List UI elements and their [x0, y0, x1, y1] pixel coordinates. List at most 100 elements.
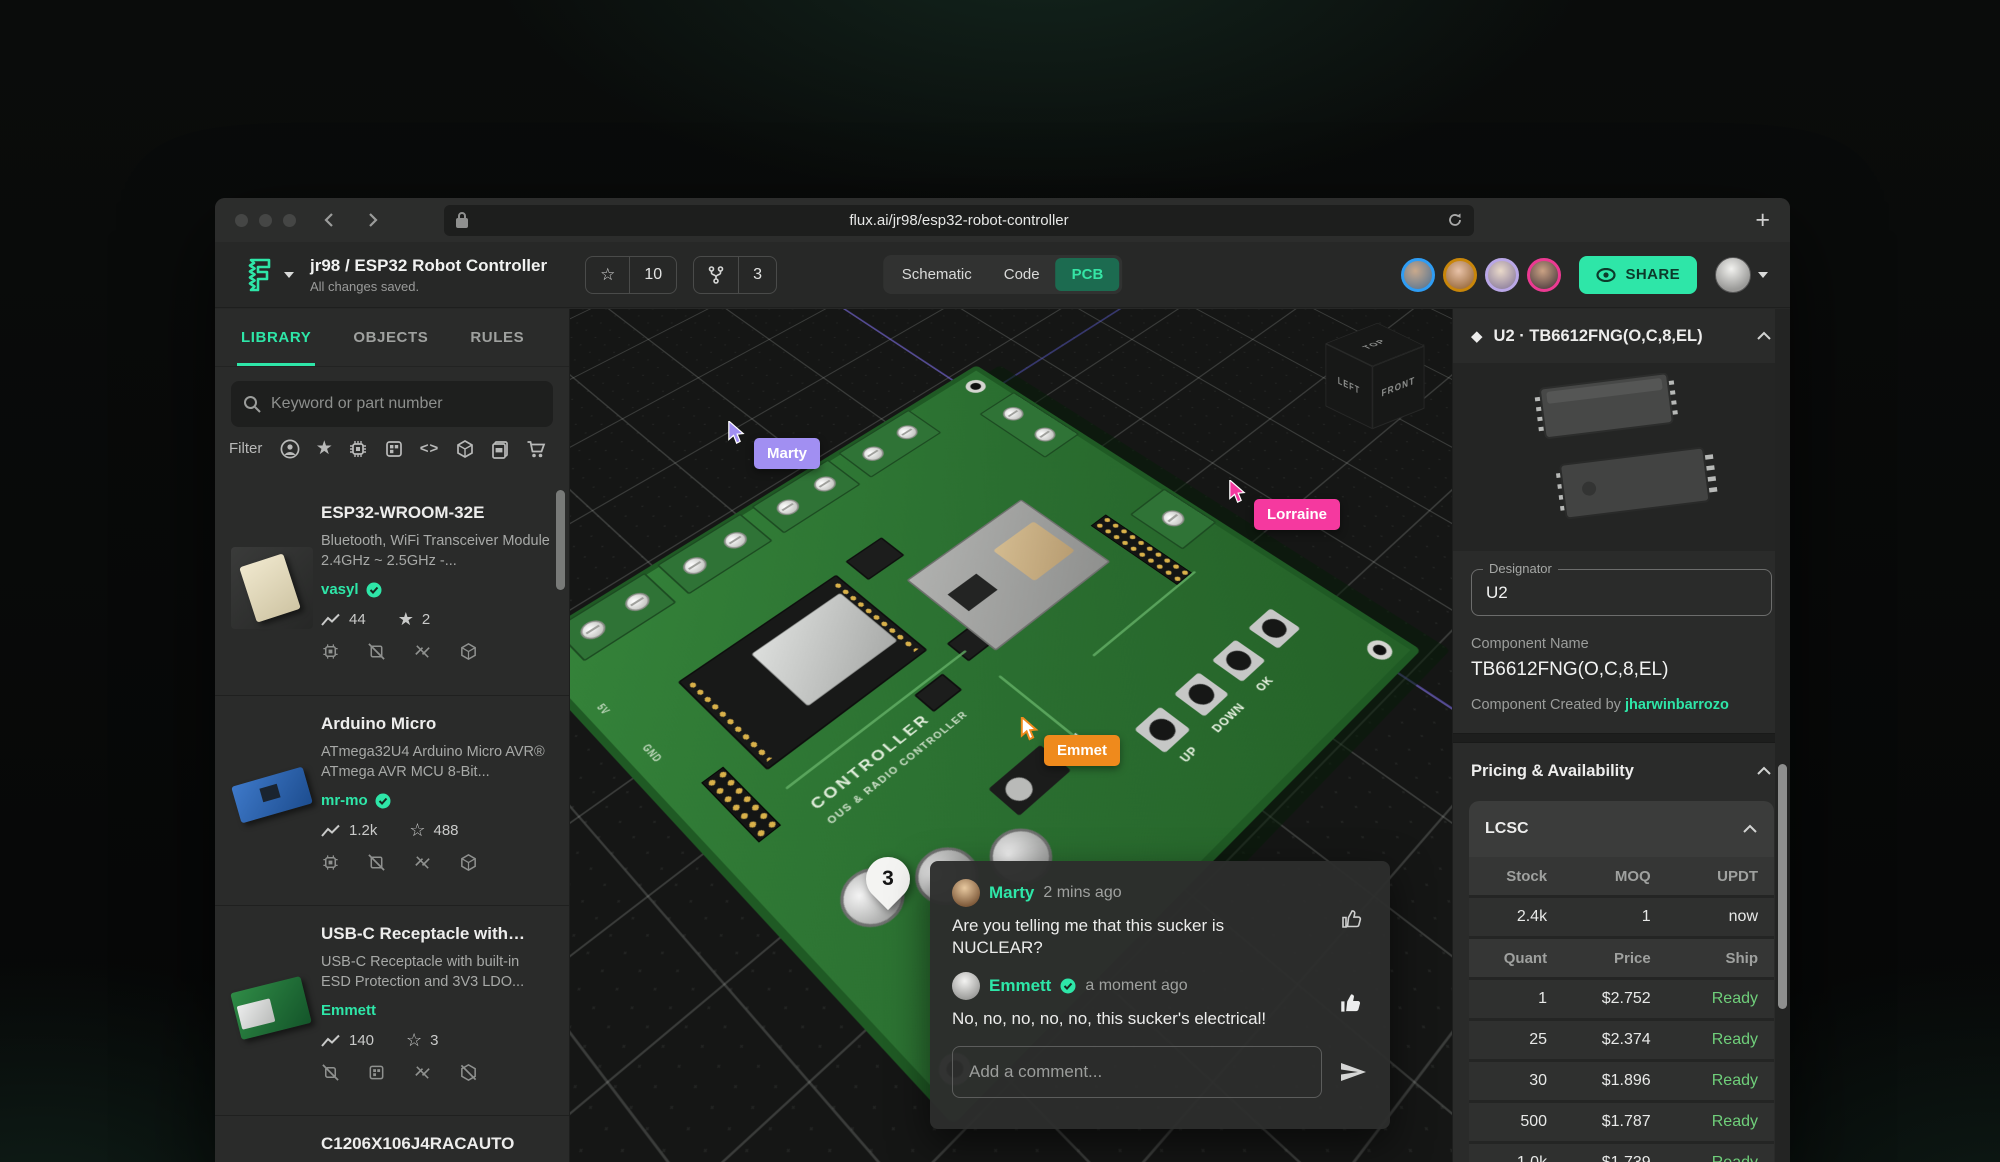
collapse-chevron-icon[interactable]	[1756, 766, 1772, 776]
forward-button[interactable]	[364, 212, 380, 228]
filter-code-icon[interactable]: <>	[420, 440, 440, 457]
component-section-header[interactable]: ◆ U2 · TB6612FNG(O,C,8,EL)	[1453, 309, 1790, 363]
save-status: All changes saved.	[310, 279, 547, 294]
star-icon[interactable]: ☆	[586, 257, 629, 293]
user-avatar[interactable]	[1715, 257, 1751, 293]
comment-author[interactable]: Marty	[989, 883, 1034, 903]
collaborator-avatar[interactable]	[1443, 258, 1477, 292]
collaborator-avatar[interactable]	[1527, 258, 1561, 292]
verified-icon	[1060, 978, 1076, 994]
component-author-link[interactable]: mr-mo	[321, 792, 368, 809]
url-bar[interactable]: flux.ai/jr98/esp32-robot-controller	[444, 205, 1474, 236]
component-name: Arduino Micro	[321, 714, 553, 734]
tab-code[interactable]: Code	[988, 258, 1056, 291]
sidebar-tab-rules[interactable]: RULES	[470, 309, 524, 366]
reload-button[interactable]	[1447, 212, 1463, 228]
window-scrollbar-thumb[interactable]	[1778, 764, 1787, 1009]
designator-input[interactable]	[1486, 583, 1757, 603]
wires-unavailable-icon	[413, 1063, 432, 1082]
filter-star-icon[interactable]: ★	[316, 437, 333, 460]
app-header: jr98 / ESP32 Robot Controller All change…	[215, 242, 1790, 308]
view-cube[interactable]: TOP LEFT FRONT	[1340, 331, 1410, 401]
comment-thread-panel: Marty 2 mins ago Are you telling me that…	[930, 861, 1390, 1129]
sidebar-tab-library[interactable]: LIBRARY	[241, 309, 311, 366]
fork-pill[interactable]: 3	[693, 256, 777, 294]
library-item[interactable]: USB-C Receptacle with… USB-C Receptacle …	[215, 905, 569, 1115]
model3d-unavailable-icon	[459, 1063, 478, 1082]
cursor-label-marty: Marty	[754, 438, 820, 469]
component-name-value: TB6612FNG(O,C,8,EL)	[1471, 659, 1772, 681]
wires-unavailable-icon	[413, 642, 432, 661]
wires-unavailable-icon	[413, 853, 432, 872]
window-minimize-button[interactable]	[259, 214, 272, 227]
component-description: Bluetooth, WiFi Transceiver Module 2.4GH…	[321, 532, 551, 571]
verified-icon	[375, 793, 391, 809]
pricing-section-header[interactable]: Pricing & Availability	[1453, 743, 1790, 799]
flux-logo-icon	[239, 255, 277, 295]
component-author-link[interactable]: Emmett	[321, 1002, 376, 1019]
price-row: 500$1.787Ready	[1469, 1103, 1774, 1144]
comment-text: Are you telling me that this sucker is N…	[952, 915, 1312, 960]
user-menu-caret-icon[interactable]	[1758, 272, 1768, 278]
star-count: 488	[434, 822, 459, 839]
copper-trace	[1092, 570, 1196, 656]
url-text: flux.ai/jr98/esp32-robot-controller	[849, 212, 1068, 229]
library-item[interactable]: C1206X106J4RACAUTO ±5% 10µF 16V Ceramic	[215, 1115, 569, 1162]
window-controls[interactable]	[235, 214, 296, 227]
price-row: 25$2.374Ready	[1469, 1021, 1774, 1062]
vendor-header[interactable]: LCSC	[1469, 801, 1774, 857]
price-row: 1$2.752Ready	[1469, 980, 1774, 1021]
library-item[interactable]: Arduino Micro ATmega32U4 Arduino Micro A…	[215, 695, 569, 905]
filter-datasheet-icon[interactable]	[490, 439, 510, 459]
mounting-hole	[962, 377, 990, 395]
fork-count: 3	[738, 257, 776, 293]
send-comment-button[interactable]	[1338, 1060, 1368, 1084]
ic-chip	[845, 537, 904, 580]
terminal-block	[657, 513, 773, 594]
chip-unavailable-icon	[321, 1063, 340, 1082]
like-button-active[interactable]	[1338, 990, 1364, 1016]
search-input[interactable]	[271, 395, 541, 413]
footprint-unavailable-icon	[367, 853, 386, 872]
cursor-label-emmet: Emmet	[1044, 735, 1120, 766]
collaborator-avatar[interactable]	[1401, 258, 1435, 292]
back-button[interactable]	[322, 212, 338, 228]
sidebar-tab-objects[interactable]: OBJECTS	[353, 309, 428, 366]
sidebar-scrollbar-thumb[interactable]	[556, 490, 565, 590]
component-author-link[interactable]: vasyl	[321, 581, 359, 598]
terminal-block	[979, 392, 1079, 458]
filter-module-icon[interactable]	[384, 439, 404, 459]
designator-label: Designator	[1483, 561, 1558, 576]
avatar	[952, 879, 980, 907]
created-by-link[interactable]: jharwinbarrozo	[1625, 697, 1729, 713]
cursor-label-lorraine: Lorraine	[1254, 499, 1340, 530]
filter-3d-icon[interactable]	[455, 439, 475, 459]
tab-schematic[interactable]: Schematic	[886, 258, 988, 291]
star-pill[interactable]: ☆ 10	[585, 256, 677, 294]
fork-icon[interactable]	[694, 257, 738, 293]
flux-logo-menu[interactable]	[239, 255, 294, 295]
comment-pin[interactable]: 3	[857, 848, 919, 910]
share-button[interactable]: SHARE	[1579, 256, 1697, 294]
diamond-icon: ◆	[1471, 327, 1483, 345]
filter-chip-icon[interactable]	[348, 439, 368, 459]
tab-pcb[interactable]: PCB	[1056, 258, 1120, 291]
collaborator-avatar[interactable]	[1485, 258, 1519, 292]
window-scrollbar[interactable]	[1775, 309, 1790, 1162]
like-button[interactable]	[1340, 907, 1364, 931]
designator-field[interactable]: Designator	[1471, 569, 1772, 616]
filter-cart-icon[interactable]	[526, 439, 547, 459]
collapse-chevron-icon[interactable]	[1742, 824, 1758, 834]
collapse-chevron-icon[interactable]	[1756, 331, 1772, 341]
window-close-button[interactable]	[235, 214, 248, 227]
pcb-3d-canvas[interactable]: ON UP DOWN OK CONTROLLER OUS & RADIO CON…	[570, 309, 1452, 1162]
logo-caret-icon	[284, 272, 294, 278]
comment-input[interactable]	[952, 1046, 1322, 1098]
filter-user-icon[interactable]	[280, 439, 300, 459]
window-maximize-button[interactable]	[283, 214, 296, 227]
new-tab-button[interactable]: +	[1755, 208, 1770, 233]
created-by: Component Created by jharwinbarrozo	[1471, 697, 1772, 713]
library-search[interactable]	[231, 381, 553, 427]
comment-author[interactable]: Emmett	[989, 976, 1051, 996]
library-item[interactable]: ESP32-WROOM-32E Bluetooth, WiFi Transcei…	[215, 485, 569, 695]
